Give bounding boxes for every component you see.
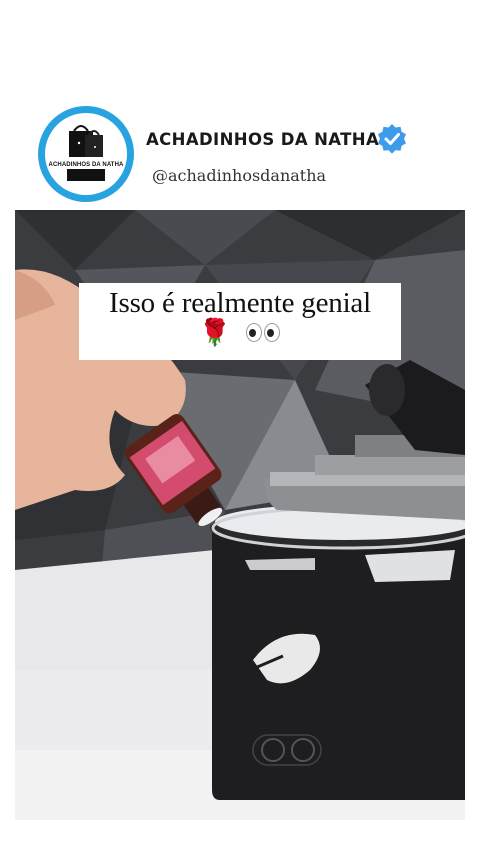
profile-handle[interactable]: @achadinhosdanatha xyxy=(152,166,326,185)
profile-header: ACHADINHOS DA NATHA ACHADINHOS DA NATHA … xyxy=(0,100,480,210)
avatar-text: ACHADINHOS DA NATHA xyxy=(48,162,124,168)
profile-name[interactable]: ACHADINHOS DA NATHA xyxy=(146,130,379,150)
verified-badge-icon xyxy=(378,124,406,154)
avatar[interactable]: ACHADINHOS DA NATHA xyxy=(38,106,134,202)
caption-text: Isso é realmente genial xyxy=(109,287,371,319)
caption-emoji: 🌹 xyxy=(79,318,401,349)
shopping-bags-icon xyxy=(67,125,105,181)
avatar-logo: ACHADINHOS DA NATHA xyxy=(45,113,127,195)
eyes-icon xyxy=(245,319,281,349)
video-caption: Isso é realmente genial 🌹 xyxy=(79,283,401,360)
rose-icon: 🌹 xyxy=(198,318,232,348)
